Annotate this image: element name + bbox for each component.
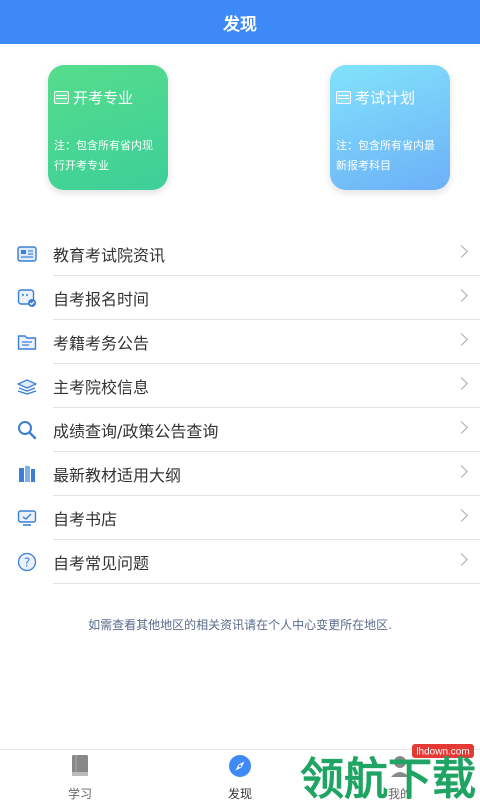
chevron-right-icon [455, 245, 468, 258]
menu-item-faq[interactable]: ? 自考常见问题 [0, 540, 480, 584]
help-icon: ? [16, 551, 38, 573]
menu-item-exam-notices[interactable]: 考籍考务公告 [0, 320, 480, 364]
menu-item-label: 最新教材适用大纲 [53, 466, 182, 485]
menu-item-label: 自考书店 [53, 510, 118, 529]
book-icon [69, 755, 91, 782]
menu-item-education-news[interactable]: 教育考试院资讯 [0, 232, 480, 276]
card-open-majors[interactable]: 开考专业 注：包含所有省内现行开考专业 [48, 65, 168, 190]
menu-item-bookstore[interactable]: 自考书店 [0, 496, 480, 540]
user-icon [389, 756, 411, 782]
menu-item-label: 自考报名时间 [53, 290, 150, 309]
books-icon [16, 463, 38, 485]
chevron-right-icon [455, 289, 468, 302]
menu-item-label: 教育考试院资讯 [53, 246, 166, 265]
card-title: 考试计划 [355, 89, 416, 107]
search-icon [16, 419, 38, 441]
card-exam-plan[interactable]: 考试计划 注：包含所有省内最新报考科目 [330, 65, 450, 190]
card-note: 注：包含所有省内现行开考专业 [54, 139, 153, 172]
tab-label: 发现 [227, 787, 252, 800]
tab-discover[interactable]: 发现 [200, 754, 280, 800]
calendar-check-icon [16, 287, 38, 309]
tab-label: 我的 [387, 787, 412, 800]
monitor-store-icon [16, 507, 38, 529]
folder-doc-icon [16, 331, 38, 353]
chevron-right-icon [455, 377, 468, 390]
svg-text:?: ? [24, 556, 30, 570]
menu-item-label: 成绩查询/政策公告查询 [53, 422, 219, 441]
discover-menu: 教育考试院资讯 自考报名时间 考籍考务公告 主考院校信息 成绩查询/政策公告查询 [0, 232, 480, 584]
tab-label: 学习 [67, 787, 92, 800]
tab-study[interactable]: 学习 [40, 754, 120, 800]
region-hint: 如需查看其他地区的相关资讯请在个人中心变更所在地区. [88, 618, 392, 632]
menu-item-label: 自考常见问题 [53, 554, 150, 573]
chevron-right-icon [455, 465, 468, 478]
chevron-right-icon [455, 421, 468, 434]
chevron-right-icon [455, 333, 468, 346]
newspaper-icon [16, 243, 38, 265]
menu-item-textbooks[interactable]: 最新教材适用大纲 [0, 452, 480, 496]
book-grid-icon [54, 91, 69, 104]
book-grid-icon [336, 91, 351, 104]
bottom-tab-bar: 学习 发现 我的 [0, 749, 480, 800]
card-note: 注：包含所有省内最新报考科目 [336, 139, 435, 172]
menu-item-label: 主考院校信息 [53, 378, 150, 397]
menu-item-score-query[interactable]: 成绩查询/政策公告查询 [0, 408, 480, 452]
chevron-right-icon [455, 553, 468, 566]
top-bar: 发现 [0, 0, 480, 44]
chevron-right-icon [455, 509, 468, 522]
card-title: 开考专业 [73, 89, 134, 107]
tab-mine[interactable]: 我的 [360, 754, 440, 800]
menu-item-registration-time[interactable]: 自考报名时间 [0, 276, 480, 320]
menu-item-label: 考籍考务公告 [53, 334, 150, 353]
compass-icon [228, 755, 252, 782]
graduation-cap-icon [16, 375, 38, 397]
page-title: 发现 [223, 14, 257, 35]
divider [53, 583, 480, 584]
menu-item-universities[interactable]: 主考院校信息 [0, 364, 480, 408]
